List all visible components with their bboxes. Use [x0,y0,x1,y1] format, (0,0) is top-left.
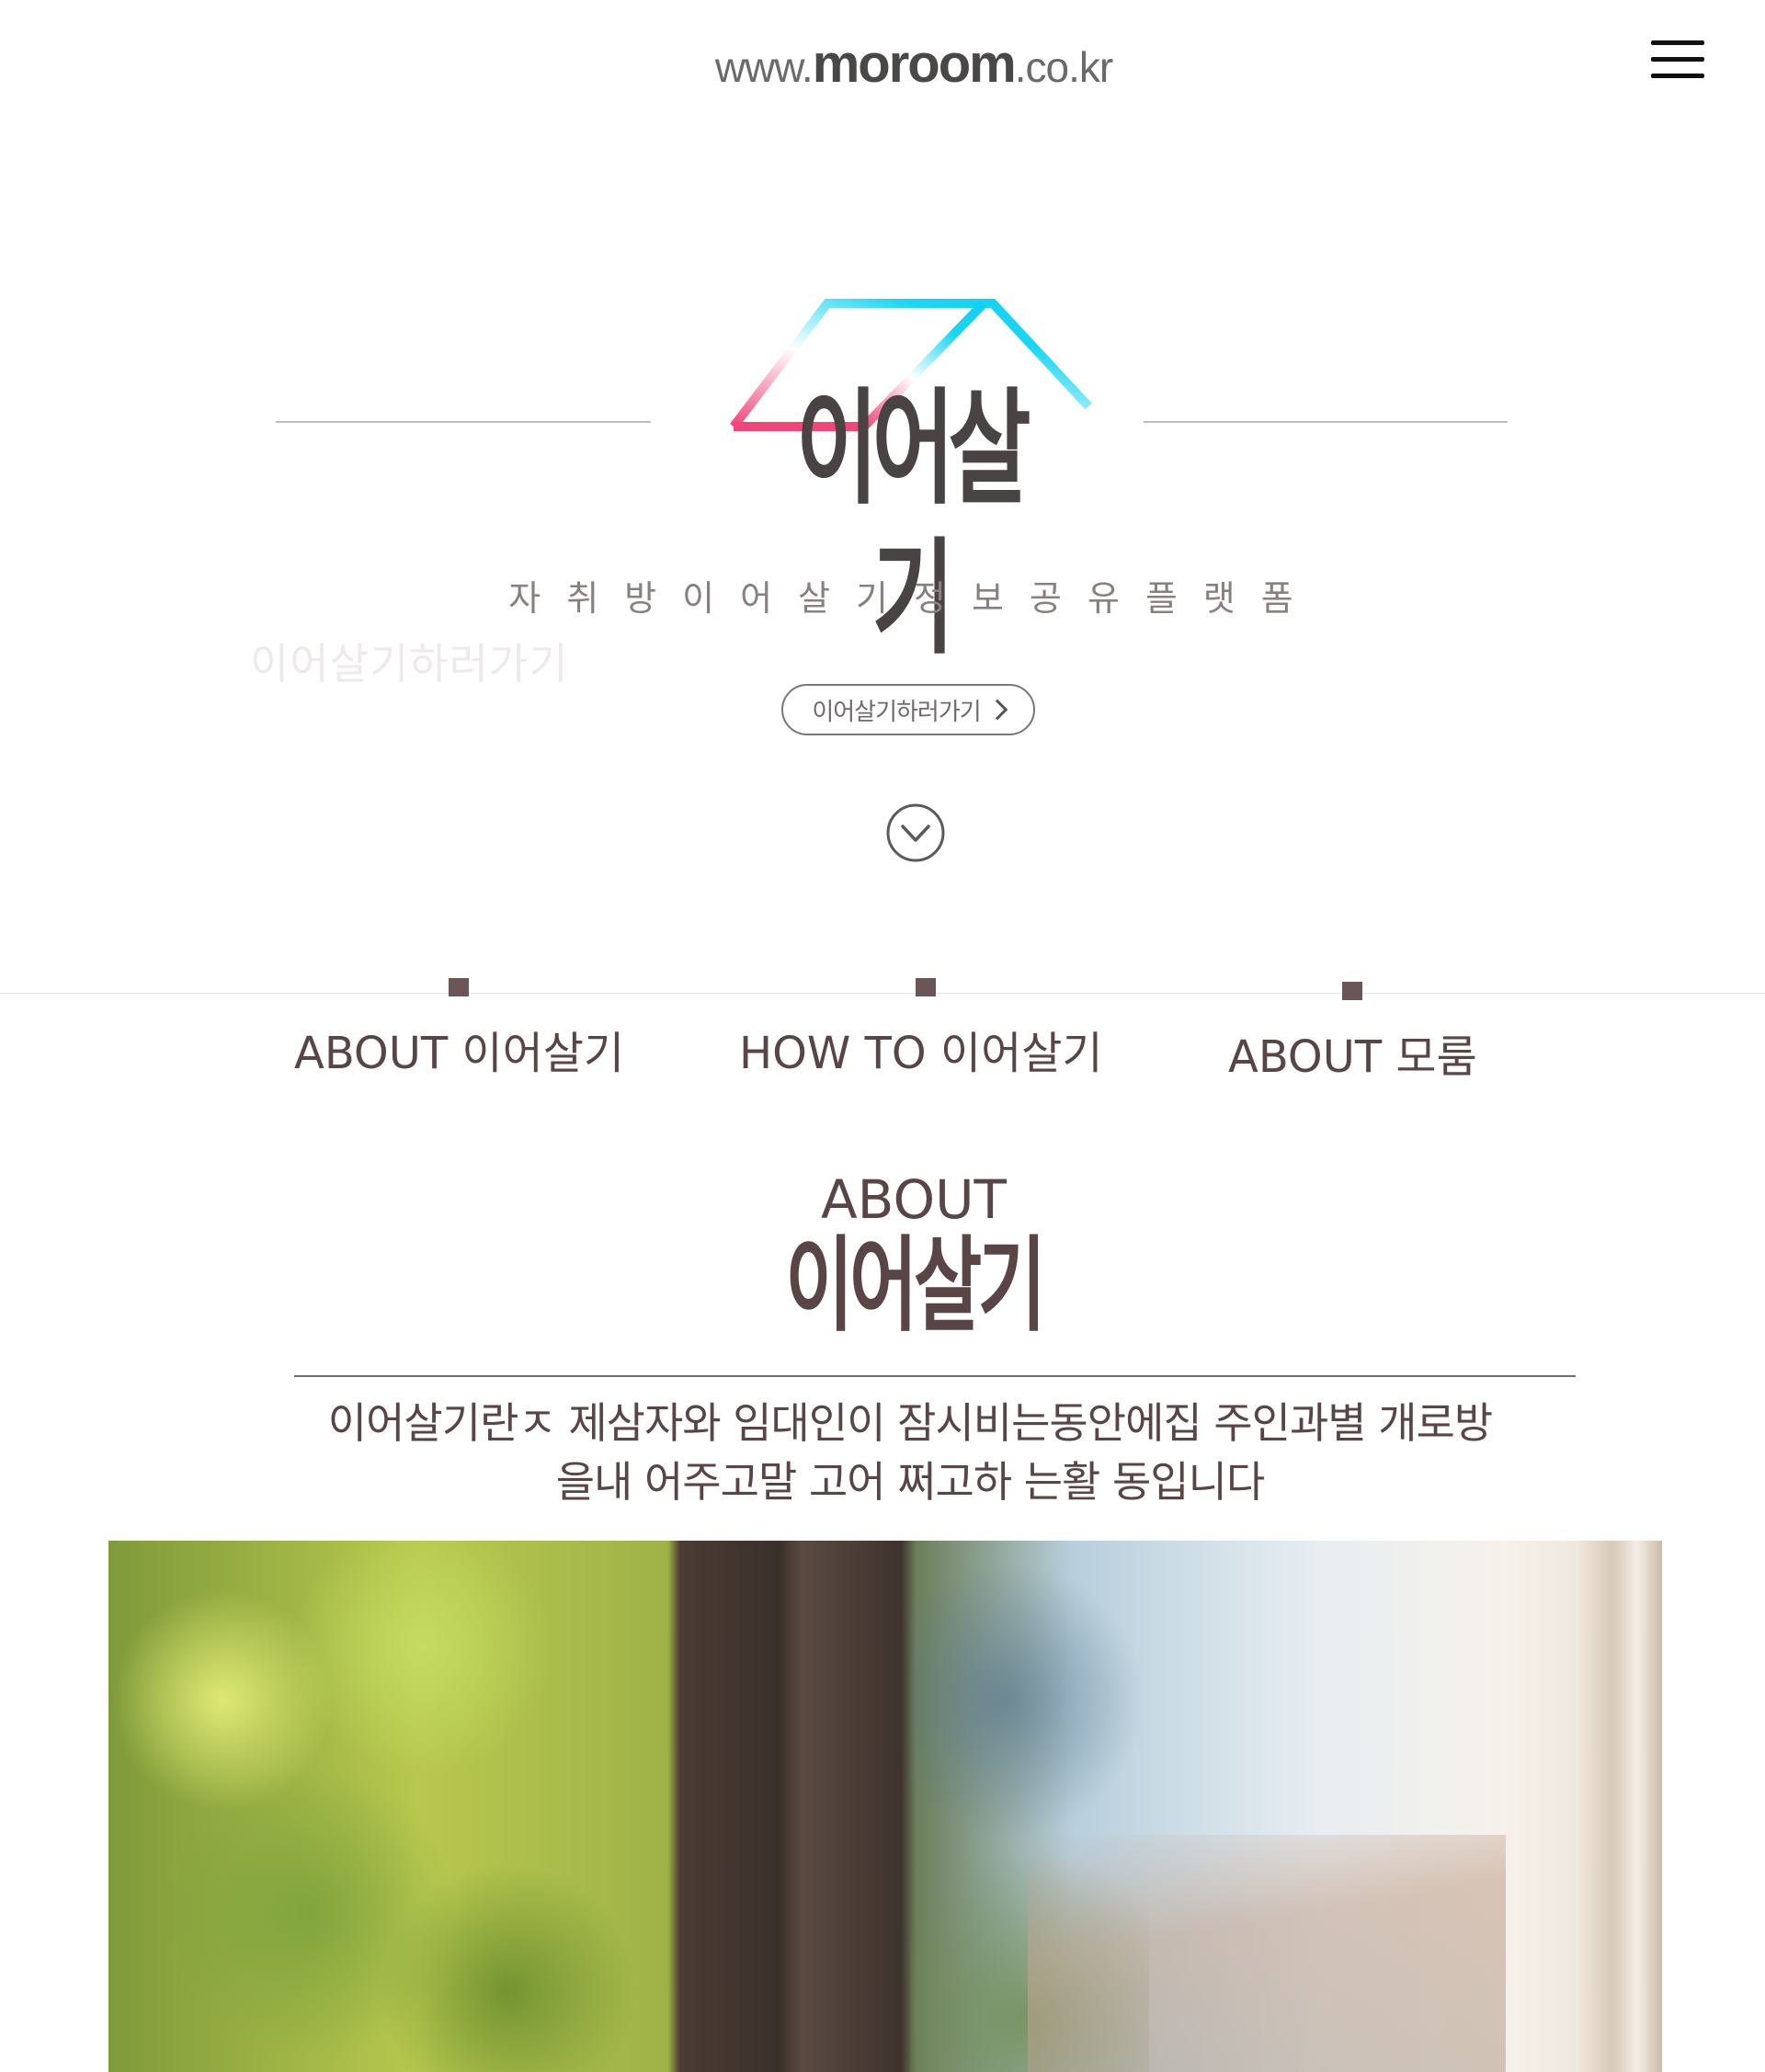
hero-tagline: 자취방이어살기정보공유플랫폼 [508,578,1319,619]
about-description-line: 을내 어주고말 고어 쩌고하 는활 동입니다 [555,1457,1266,1507]
cta-button-label: 이어살기하러가기 [812,698,981,726]
about-divider [294,1375,1576,1377]
hero-divider-right [1144,421,1508,423]
hero-logo: 이어살기 [726,292,1094,672]
chevron-down-circle-icon[interactable] [886,803,945,862]
about-heading: ABOUT [821,1168,1007,1231]
tabs-divider [0,993,1765,994]
site-url-suffix: .co.kr [1014,43,1113,91]
site-brand-name: moroom [812,34,1017,94]
tab-how-to-eeosalgi[interactable]: HOW TO 이어살기 [739,1017,1103,1081]
hamburger-icon[interactable] [1647,37,1706,83]
ghost-cta-text: 이어살기하러가기 [250,639,569,689]
photo-window-edge [1579,1541,1662,2072]
hamburger-bar [1651,74,1704,78]
chevron-right-icon [986,699,1008,721]
photo-window-frame [680,1541,901,2072]
site-url[interactable]: www.moroom.co.kr [0,33,1765,95]
hero-logo-text: 이어살기 [795,377,1031,673]
tab-about-moroom[interactable]: ABOUT 모룸 [1228,1020,1477,1085]
about-title: 이어살기 [785,1226,1046,1346]
photo-foliage [108,1541,678,2072]
go-to-eeosalgi-button[interactable]: 이어살기하러가기 [781,684,1035,735]
hamburger-bar [1651,40,1704,45]
about-description-line: 이어살기란ㅈ 제삼자와 임대인이 잠시비는동안에집 주인과별 개로방 [327,1398,1493,1448]
photo-house-roof [1028,1835,1506,2072]
tab-about-eeosalgi[interactable]: ABOUT 이어살기 [294,1017,624,1081]
about-photo [108,1541,1662,2072]
site-url-prefix: www. [714,43,814,91]
hero-divider-left [276,421,651,423]
tab-marker [1342,982,1362,1000]
hamburger-bar [1651,57,1704,62]
tab-marker [916,978,936,996]
about-description: 이어살기란ㅈ 제삼자와 임대인이 잠시비는동안에집 주인과별 개로방 을내 어주… [276,1394,1544,1511]
tab-marker [449,978,469,996]
